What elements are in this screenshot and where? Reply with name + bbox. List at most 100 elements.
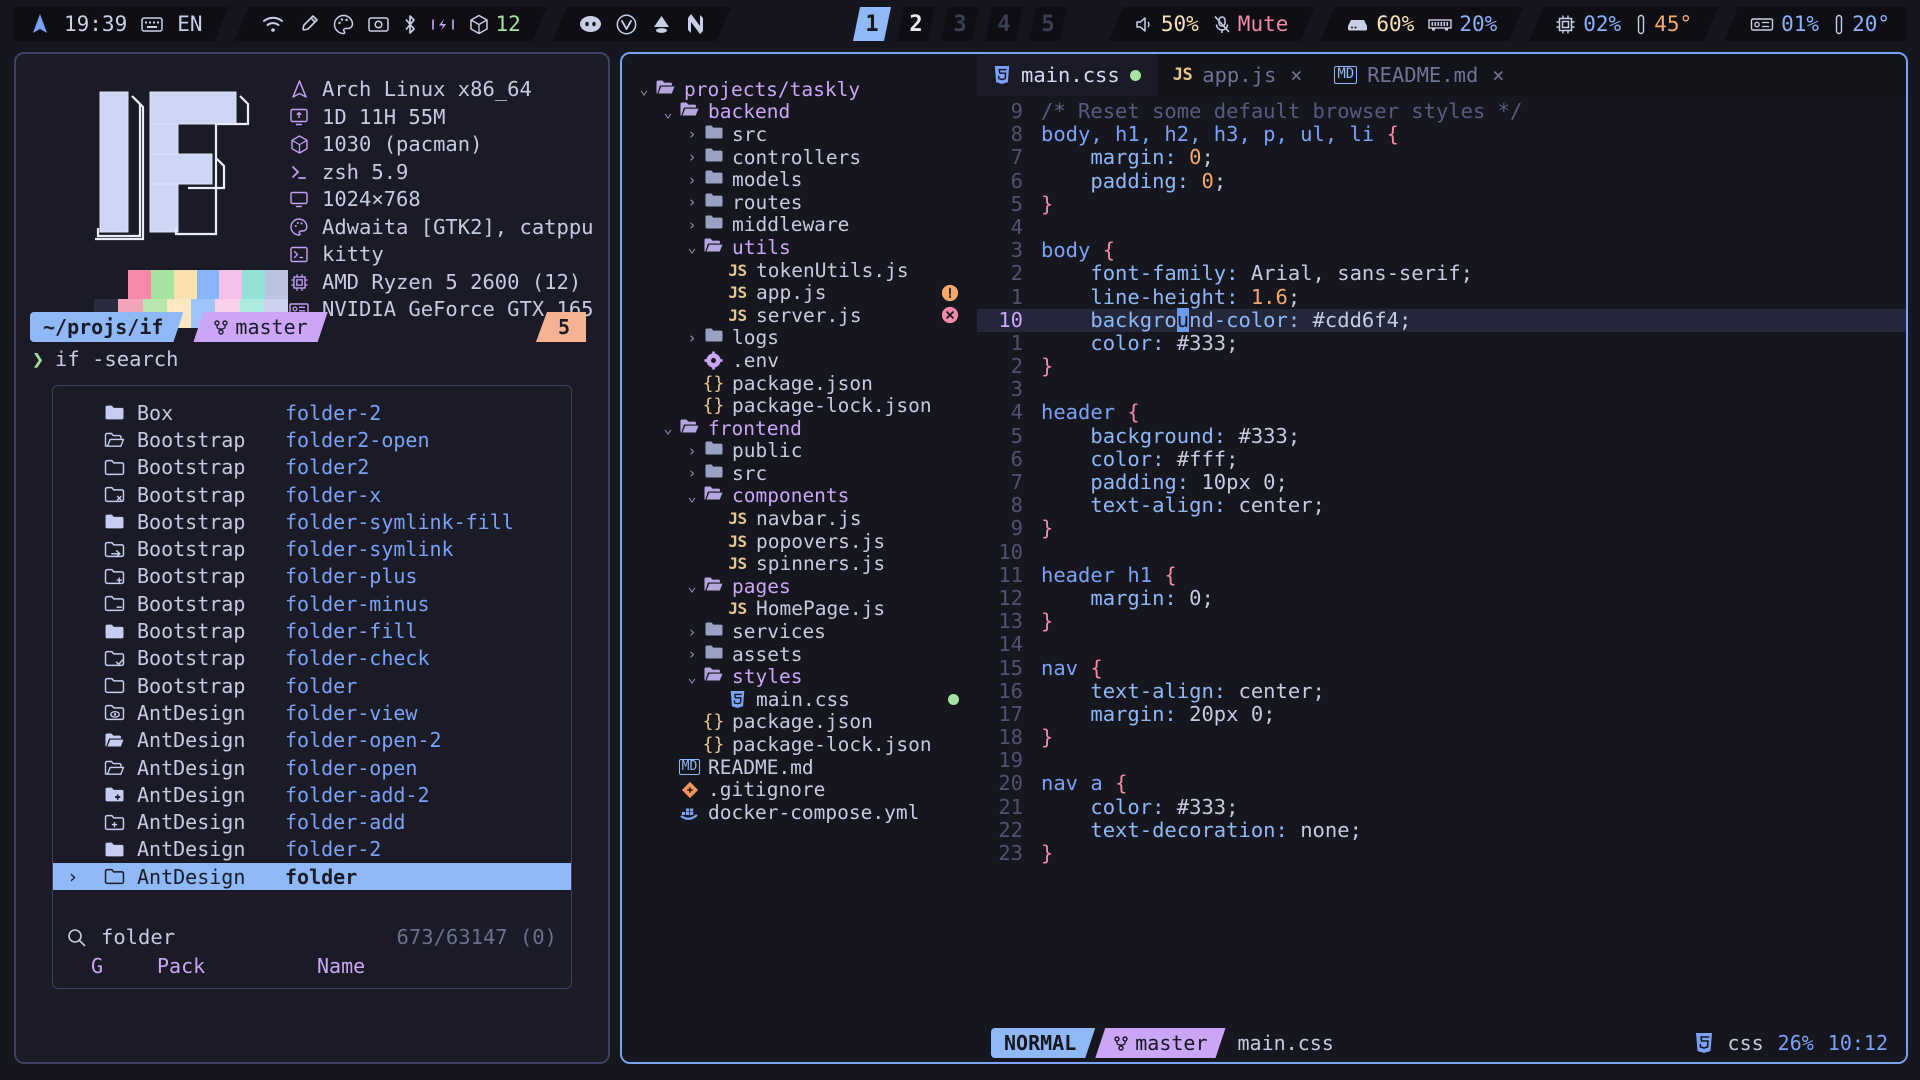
fzf-row[interactable]: AntDesign folder-open-2 [53,727,571,754]
cpu-indicator[interactable]: 02% [1555,12,1621,36]
tree-file-row[interactable]: docker-compose.yml [622,801,977,824]
vivaldi-icon[interactable] [616,14,637,35]
workspace-2[interactable]: 2 [897,7,935,41]
code-line[interactable]: 2} [977,354,1906,378]
code-line[interactable]: 16 text-align: center; [977,679,1906,703]
chevron-down-icon[interactable]: ⌄ [684,238,700,256]
code-line[interactable]: 9 /* Reset some default browser styles */ [977,99,1906,123]
tree-dir-row[interactable]: › models [622,168,977,191]
tree-file-row[interactable]: JS popovers.js [622,530,977,553]
fzf-row[interactable]: Bootstrap folder [53,672,571,699]
fzf-picker[interactable]: Box folder-2 Bootstrap folder2-open Bootstra… [52,385,572,989]
code-line[interactable]: 11 header h1 { [977,563,1906,587]
fzf-row[interactable]: AntDesign folder-open [53,754,571,781]
editor-area[interactable]: main.css JS app.js × MD README.md × 9 /* Reset … [977,54,1906,1062]
file-tree[interactable]: ⌄ projects/taskly ⌄ backend › src › controllers… [622,54,977,1062]
fzf-row[interactable]: AntDesign folder-2 [53,836,571,863]
code-line[interactable]: 1 line-height: 1.6; [977,285,1906,309]
neovim-icon[interactable] [686,13,705,35]
code-buffer[interactable]: 9 /* Reset some default browser styles */… [977,96,1906,865]
chevron-down-icon[interactable]: ⌄ [660,419,676,437]
command-line[interactable]: ❯ if -search [30,347,594,371]
editor-window[interactable]: ⌄ projects/taskly ⌄ backend › src › controllers… [620,52,1908,1064]
code-line[interactable]: 3 [977,378,1906,401]
fzf-row[interactable]: Bootstrap folder-check [53,645,571,672]
fzf-row[interactable]: Bootstrap folder-symlink [53,535,571,562]
keyboard-icon[interactable] [141,16,163,33]
close-icon[interactable]: × [1492,63,1504,87]
chevron-right-icon[interactable]: › [684,193,700,211]
tree-dir-row[interactable]: › src [622,123,977,146]
fzf-row[interactable]: Bootstrap folder-fill [53,617,571,644]
tree-dir-row[interactable]: › assets [622,643,977,666]
wifi-icon[interactable] [261,14,285,34]
fzf-row[interactable]: Bootstrap folder2 [53,454,571,481]
volume-indicator[interactable]: 50% [1135,12,1199,36]
editor-tabs[interactable]: main.css JS app.js × MD README.md × [977,54,1906,96]
gpu-indicator[interactable]: 01% [1750,12,1819,36]
tree-dir-row[interactable]: › controllers [622,146,977,169]
code-line[interactable]: 5} [977,192,1906,216]
code-line[interactable]: 8 text-align: center; [977,493,1906,517]
disk-indicator[interactable]: 60% [1346,12,1414,36]
fzf-row[interactable]: › AntDesign folder [53,863,571,891]
chevron-right-icon[interactable]: › [684,464,700,482]
chevron-right-icon[interactable]: › [684,148,700,166]
code-line[interactable]: 10 [977,540,1906,564]
tree-file-row[interactable]: {} package.json [622,710,977,733]
inkscape-icon[interactable] [651,14,672,35]
tree-file-row[interactable]: JS navbar.js [622,507,977,530]
tree-file-row[interactable]: JS spinners.js [622,552,977,575]
chevron-right-icon[interactable]: › [684,623,700,641]
code-line[interactable]: 14 [977,633,1906,656]
tree-dir-row[interactable]: ⌄ components [622,484,977,507]
code-line[interactable]: 4 [977,215,1906,239]
tree-file-row[interactable]: .env [622,349,977,372]
tree-dir-row[interactable]: › routes [622,191,977,214]
fzf-row[interactable]: AntDesign folder-add [53,808,571,835]
mic-indicator[interactable]: Mute [1213,12,1289,36]
workspace-4[interactable]: 4 [985,7,1023,41]
discord-icon[interactable] [579,15,602,33]
workspace-1[interactable]: 1 [853,7,891,41]
package-updates[interactable]: 12 [469,12,521,36]
tree-dir-row[interactable]: ⌄ frontend [622,417,977,440]
editor-tab[interactable]: MD README.md × [1318,54,1520,96]
code-line[interactable]: 3 body { [977,238,1906,262]
editor-tab[interactable]: main.css [977,54,1157,96]
tree-dir-row[interactable]: › logs [622,326,977,349]
fzf-query-row[interactable]: folder 673/63147 (0) [67,922,557,952]
fzf-row[interactable]: Bootstrap folder-plus [53,563,571,590]
tree-file-row[interactable]: {} package.json [622,372,977,395]
tree-file-row[interactable]: JS app.js [622,281,977,304]
tree-dir-row[interactable]: › src [622,462,977,485]
code-line[interactable]: 4 header { [977,401,1906,424]
tree-dir-row[interactable]: › services [622,620,977,643]
camera-icon[interactable] [368,15,389,33]
tree-dir-row[interactable]: › public [622,439,977,462]
tree-file-row[interactable]: MD README.md [622,756,977,779]
chevron-down-icon[interactable]: ⌄ [684,668,700,686]
editor-tab[interactable]: JS app.js × [1157,54,1319,96]
tree-file-row[interactable]: JS tokenUtils.js [622,259,977,282]
code-line[interactable]: 1 color: #333; [977,331,1906,355]
code-line[interactable]: 21 color: #333; [977,795,1906,819]
ram-indicator[interactable]: 20% [1428,12,1497,36]
gpu-temp-indicator[interactable]: 20° [1833,12,1890,36]
terminal-window[interactable]: Arch Linux x86_64 1D 11H 55M 1030 (pacma… [14,52,610,1064]
fzf-row[interactable]: Bootstrap folder-minus [53,590,571,617]
fzf-result-list[interactable]: Box folder-2 Bootstrap folder2-open Bootstra… [53,386,571,891]
code-line[interactable]: 22 text-decoration: none; [977,818,1906,842]
chevron-right-icon[interactable]: › [684,216,700,234]
power-icon[interactable] [431,16,455,33]
cpu-temp-indicator[interactable]: 45° [1635,12,1692,36]
code-line[interactable]: 13} [977,609,1906,633]
tree-dir-row[interactable]: ⌄ styles [622,665,977,688]
fzf-row[interactable]: Bootstrap folder-x [53,481,571,508]
arch-logo-icon[interactable] [30,13,50,35]
tree-file-row[interactable]: {} package-lock.json [622,733,977,756]
code-line[interactable]: 6 padding: 0; [977,169,1906,193]
palette-icon[interactable] [333,14,354,35]
chevron-down-icon[interactable]: ⌄ [684,577,700,595]
chevron-right-icon[interactable]: › [684,171,700,189]
